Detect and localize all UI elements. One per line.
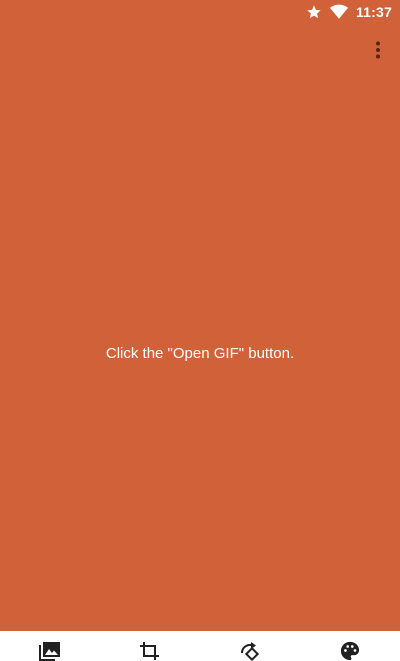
status-time: 11:37 [355,4,392,20]
palette-icon [339,641,361,661]
wifi-icon [329,4,348,20]
empty-state-message: Click the "Open GIF" button. [105,345,295,362]
status-bar: 11:37 [0,0,400,24]
bottom-toolbar [0,631,400,661]
color-button[interactable] [326,641,374,661]
crop-button[interactable] [126,641,174,661]
image-library-icon [39,641,61,661]
app-screen: 11:37 Click the "Open GIF" button. [0,0,400,661]
rotate-icon [239,641,261,661]
more-vert-icon [375,41,381,64]
overflow-menu-button[interactable] [368,40,388,64]
star-icon [306,4,322,20]
rotate-button[interactable] [226,641,274,661]
open-gif-button[interactable] [26,641,74,661]
crop-icon [139,641,161,661]
